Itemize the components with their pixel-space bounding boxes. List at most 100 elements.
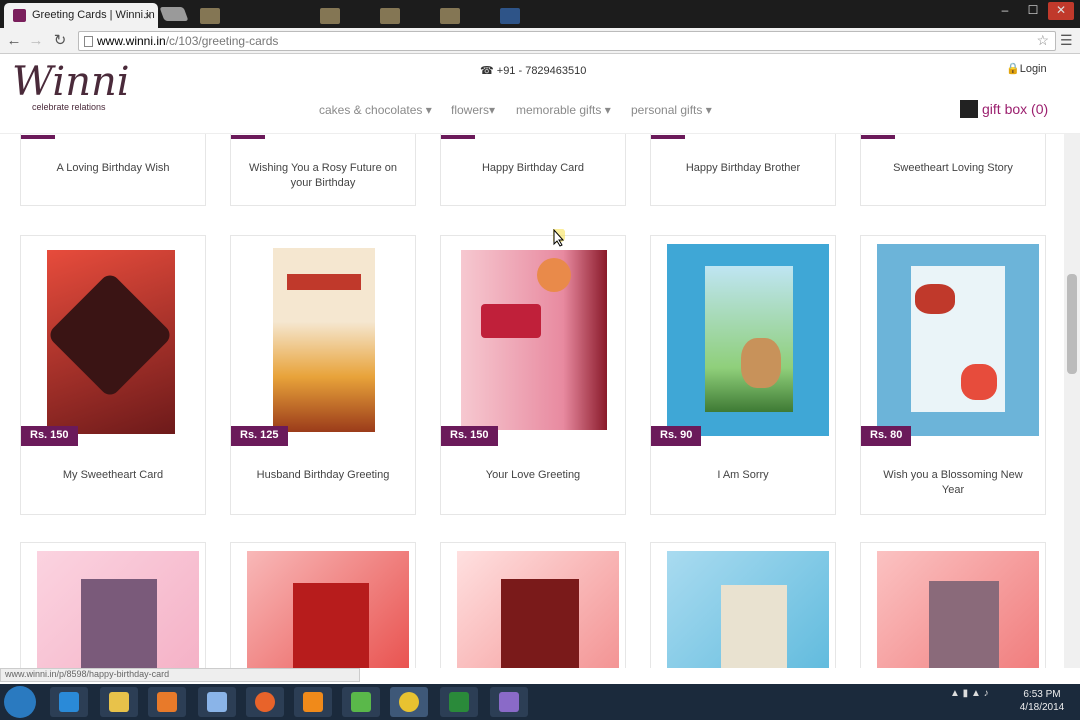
price-badge: Rs. 150 [21, 426, 78, 446]
taskbar-app-other[interactable] [490, 687, 528, 717]
background-window-icon [440, 8, 460, 24]
gift-box-cart[interactable]: gift box (0) [960, 100, 1048, 118]
price-badge: Rs. 150 [441, 426, 498, 446]
bookmark-star-icon[interactable]: ☆ [1036, 32, 1049, 49]
card-accent [861, 135, 895, 139]
product-image[interactable] [667, 551, 829, 668]
taskbar-app-chrome[interactable] [390, 687, 428, 717]
phone-number: ☎ +91 - 7829463510 [480, 64, 586, 77]
gift-box-label: gift box (0) [982, 101, 1049, 117]
page-scrollbar[interactable] [1064, 134, 1080, 668]
taskbar-clock[interactable]: 6:53 PM 4/18/2014 [1014, 688, 1070, 714]
taskbar-app-firefox[interactable] [246, 687, 284, 717]
product-card[interactable] [20, 542, 206, 668]
card-accent [21, 135, 55, 139]
clock-date: 4/18/2014 [1019, 702, 1065, 713]
product-image[interactable] [457, 244, 619, 436]
background-window-icon [500, 8, 520, 24]
product-image[interactable] [247, 244, 409, 436]
product-image[interactable] [667, 244, 829, 436]
product-card[interactable] [650, 542, 836, 668]
product-card[interactable] [860, 542, 1046, 668]
product-card[interactable]: A Loving Birthday Wish [20, 134, 206, 206]
login-link[interactable]: 🔒Login [1006, 62, 1047, 75]
product-title: A Loving Birthday Wish [56, 162, 170, 174]
gift-box-icon [960, 100, 978, 118]
product-card[interactable]: Wishing You a Rosy Future on your Birthd… [230, 134, 416, 206]
notepad-icon [351, 692, 371, 712]
product-image[interactable] [457, 551, 619, 668]
address-input[interactable]: www.winni.in/c/103/greeting-cards ☆ [78, 31, 1056, 51]
background-window-icon [320, 8, 340, 24]
product-image[interactable] [37, 244, 199, 436]
firefox-icon [255, 692, 275, 712]
taskbar-app-media[interactable] [148, 687, 186, 717]
product-title: My Sweetheart Card [62, 469, 164, 481]
product-card[interactable]: Happy Birthday Card [440, 134, 626, 206]
product-card[interactable]: Happy Birthday Brother [650, 134, 836, 206]
forward-arrow-icon[interactable]: → [26, 31, 46, 51]
nav-flowers[interactable]: flowers▾ [451, 103, 495, 117]
back-arrow-icon[interactable]: ← [4, 31, 24, 51]
caret-down-icon: ▾ [705, 103, 712, 117]
product-card[interactable] [230, 542, 416, 668]
product-image[interactable] [37, 551, 199, 668]
logo-text: Winni [12, 59, 130, 105]
product-card[interactable]: Rs. 150 Your Love Greeting [440, 235, 626, 515]
taskbar-app-box[interactable] [198, 687, 236, 717]
taskbar-app-ie[interactable] [50, 687, 88, 717]
price-badge: Rs. 90 [651, 426, 702, 446]
product-card[interactable]: Rs. 125 Husband Birthday Greeting [230, 235, 416, 515]
nav-memorable-gifts[interactable]: memorable gifts ▾ [516, 103, 611, 117]
product-image[interactable] [877, 244, 1039, 436]
phone-icon: ☎ [480, 65, 497, 77]
scrollbar-thumb[interactable] [1067, 274, 1077, 374]
new-tab-button[interactable] [159, 7, 189, 21]
product-title: Happy Birthday Card [481, 162, 585, 174]
product-image[interactable] [247, 551, 409, 668]
nav-cakes-chocolates[interactable]: cakes & chocolates ▾ [319, 103, 432, 117]
taskbar-app-explorer[interactable] [100, 687, 138, 717]
product-title: Your Love Greeting [485, 469, 581, 481]
product-title: Husband Birthday Greeting [256, 469, 390, 481]
tab-close-icon[interactable]: × [144, 8, 152, 23]
start-button[interactable] [4, 686, 36, 718]
close-window-button[interactable]: ✕ [1048, 2, 1074, 20]
nav-personal-gifts[interactable]: personal gifts ▾ [631, 103, 712, 117]
windows-taskbar: ▲ ▮ ▲ ♪ 6:53 PM 4/18/2014 [0, 684, 1080, 720]
product-card[interactable]: Sweetheart Loving Story [860, 134, 1046, 206]
background-window-icon [380, 8, 400, 24]
chrome-icon [399, 692, 419, 712]
product-card[interactable]: Rs. 90 I Am Sorry [650, 235, 836, 515]
mouse-cursor-icon [553, 229, 565, 247]
vlc-icon [303, 692, 323, 712]
taskbar-app-vlc[interactable] [294, 687, 332, 717]
product-card[interactable]: Rs. 80 Wish you a Blossoming New Year [860, 235, 1046, 515]
page-icon [84, 36, 93, 47]
browser-menu-icon[interactable]: ☰ [1060, 32, 1073, 49]
url-domain: www.winni.in [97, 34, 166, 48]
product-card[interactable]: Rs. 150 My Sweetheart Card [20, 235, 206, 515]
winni-logo[interactable]: Winni celebrate relations [12, 59, 130, 126]
app-icon [499, 692, 519, 712]
product-grid: A Loving Birthday Wish Wishing You a Ros… [0, 134, 1064, 668]
site-header: Winni celebrate relations ☎ +91 - 782946… [0, 54, 1080, 134]
folder-icon [109, 692, 129, 712]
product-image[interactable] [877, 551, 1039, 668]
nav-label: flowers [451, 103, 490, 117]
price-badge: Rs. 80 [861, 426, 912, 446]
phone-text: +91 - 7829463510 [496, 65, 587, 77]
product-title: Wish you a Blossoming New Year [883, 469, 1023, 496]
browser-tab-bar: Greeting Cards | Winni.in × – ☐ ✕ [0, 0, 1080, 28]
system-tray[interactable]: ▲ ▮ ▲ ♪ [950, 688, 989, 699]
product-title: Wishing You a Rosy Future on your Birthd… [249, 162, 397, 189]
maximize-button[interactable]: ☐ [1020, 2, 1046, 20]
taskbar-app-notepad[interactable] [342, 687, 380, 717]
price-badge: Rs. 125 [231, 426, 288, 446]
tab-title: Greeting Cards | Winni.in [32, 9, 155, 21]
reload-icon[interactable]: ↻ [50, 31, 70, 51]
product-card[interactable] [440, 542, 626, 668]
browser-tab[interactable]: Greeting Cards | Winni.in × [4, 3, 158, 28]
minimize-button[interactable]: – [992, 2, 1018, 20]
taskbar-app-excel[interactable] [440, 687, 478, 717]
